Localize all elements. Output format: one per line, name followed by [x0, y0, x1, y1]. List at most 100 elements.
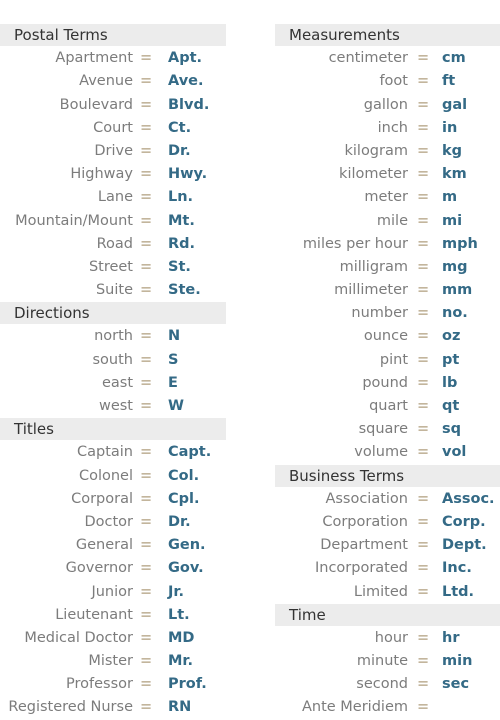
abbreviation: mg — [442, 258, 468, 275]
equals-sign: = — [417, 629, 430, 646]
term: Medical Doctor — [24, 629, 133, 646]
abbreviation-row: ounce = oz — [275, 325, 500, 348]
equals-sign: = — [140, 166, 153, 183]
abbreviation: RN — [168, 699, 192, 716]
abbreviation: m — [442, 189, 458, 206]
equals-sign: = — [140, 282, 153, 299]
term: Department — [320, 537, 408, 554]
abbreviation-row: number = no. — [275, 302, 500, 325]
equals-sign: = — [140, 73, 153, 90]
term: hour — [374, 629, 408, 646]
abbreviation-row: west = W — [0, 395, 226, 418]
equals-sign: = — [417, 490, 430, 507]
abbreviation-row: square = sq — [275, 418, 500, 441]
abbreviation: Gov. — [168, 560, 204, 577]
section-header: Time — [275, 603, 500, 626]
equals-sign: = — [140, 629, 153, 646]
abbreviation: no. — [442, 305, 468, 322]
abbreviation: oz — [442, 328, 461, 345]
abbreviation: vol — [442, 444, 467, 461]
term: ounce — [363, 328, 408, 345]
abbreviation-row: quart = qt — [275, 395, 500, 418]
term: north — [94, 328, 133, 345]
term: Corporation — [322, 513, 408, 530]
abbreviation: Lt. — [168, 606, 190, 623]
abbreviation-row: second = sec — [275, 673, 500, 696]
abbreviation: Dept. — [442, 537, 487, 554]
equals-sign: = — [417, 699, 430, 716]
abbreviation: gal — [442, 96, 468, 113]
equals-sign: = — [417, 537, 430, 554]
abbreviation-row: General = Gen. — [0, 534, 226, 557]
term: Lane — [97, 189, 133, 206]
term: Apartment — [55, 50, 133, 67]
abbreviation-row: Mountain/Mount = Mt. — [0, 210, 226, 233]
equals-sign: = — [417, 421, 430, 438]
abbreviation-row: Boulevard = Blvd. — [0, 94, 226, 117]
abbreviation-row: volume = vol — [275, 441, 500, 464]
term: Mountain/Mount — [15, 212, 133, 229]
abbreviation: Col. — [168, 467, 200, 484]
abbreviation: lb — [442, 374, 458, 391]
abbreviation: sq — [442, 421, 462, 438]
term: Association — [325, 490, 408, 507]
abbreviation: ft — [442, 73, 456, 90]
abbreviation-row: Mister = Mr. — [0, 650, 226, 673]
term: east — [101, 374, 133, 391]
equals-sign: = — [140, 606, 153, 623]
term: milligram — [339, 258, 408, 275]
abbreviation: E — [168, 374, 178, 391]
abbreviation-row: Department = Dept. — [275, 534, 500, 557]
term: number — [351, 305, 408, 322]
term: inch — [377, 119, 408, 136]
equals-sign: = — [140, 467, 153, 484]
equals-sign: = — [417, 258, 430, 275]
abbreviation: Corp. — [442, 513, 486, 530]
abbreviation: Blvd. — [168, 96, 210, 113]
abbreviation: Apt. — [168, 50, 203, 67]
section-header: Directions — [0, 302, 226, 325]
term: minute — [356, 653, 408, 670]
abbreviation-row: inch = in — [275, 117, 500, 140]
abbreviation: mph — [442, 235, 478, 252]
abbreviation: Mt. — [168, 212, 195, 229]
term: foot — [379, 73, 408, 90]
abbreviation-row: millimeter = mm — [275, 279, 500, 302]
equals-sign: = — [140, 699, 153, 716]
equals-sign: = — [417, 560, 430, 577]
equals-sign: = — [140, 490, 153, 507]
term: south — [92, 351, 134, 368]
abbreviation: Dr. — [168, 513, 191, 530]
term: Drive — [94, 142, 133, 159]
term: miles per hour — [302, 235, 408, 252]
term: Captain — [76, 444, 133, 461]
abbreviation-row: minute = min — [275, 650, 500, 673]
abbreviation: hr — [442, 629, 460, 646]
abbreviation-row: milligram = mg — [275, 256, 500, 279]
abbreviation: MD — [168, 629, 195, 646]
abbreviation-row: Association = Assoc. — [275, 488, 500, 511]
abbreviation-row: north = N — [0, 325, 226, 348]
abbreviation-row: Incorporated = Inc. — [275, 557, 500, 580]
term: kilogram — [344, 142, 408, 159]
abbreviation-row: mile = mi — [275, 210, 500, 233]
abbreviation: in — [442, 119, 458, 136]
abbreviation: Rd. — [168, 235, 196, 252]
term: volume — [354, 444, 408, 461]
term: Mister — [88, 653, 133, 670]
abbreviation-row: Registered Nurse = RN — [0, 696, 226, 719]
abbreviation-row: Lane = Ln. — [0, 186, 226, 209]
equals-sign: = — [140, 374, 153, 391]
right-column: Measurements centimeter = cm foot = ft gallon = g… — [275, 24, 500, 720]
term: General — [75, 537, 133, 554]
abbreviation: Assoc. — [442, 490, 495, 507]
term: pound — [362, 374, 408, 391]
equals-sign: = — [417, 374, 430, 391]
abbreviation-row: Limited = Ltd. — [275, 581, 500, 604]
abbreviation: Ave. — [168, 73, 204, 90]
equals-sign: = — [140, 189, 153, 206]
abbreviation-row: Corporal = Cpl. — [0, 488, 226, 511]
abbreviation: Prof. — [168, 676, 207, 693]
equals-sign: = — [417, 212, 430, 229]
section-header: Measurements — [275, 24, 500, 46]
